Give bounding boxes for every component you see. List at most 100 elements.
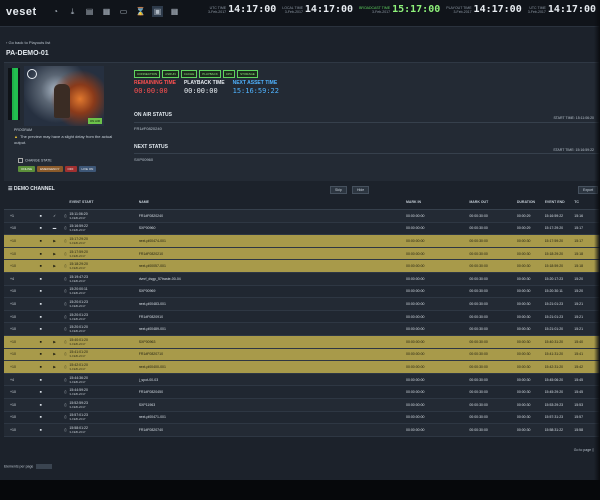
asset-name: next-pl00474-001 (138, 238, 166, 243)
col-event-end[interactable]: EVENT END (545, 200, 575, 209)
table-row[interactable]: +10 ■ ▯ 15:20:00:11 3-FEB-2017 SXP00969 00:00:… (4, 285, 600, 299)
table-row[interactable]: +10 ■ ▯ 15:20:01:20 3-FEB-2017 next-pl00489-0… (4, 323, 600, 336)
row-select-icon: ■ (39, 339, 42, 344)
tag-playback: PLAYBACK (199, 70, 221, 78)
row-offset: +10 (10, 314, 16, 319)
grid-icon[interactable]: ▦ (169, 6, 180, 17)
clock-value: 15:17:00 (392, 4, 441, 15)
playback-time: PLAYBACK TIME 00:00:00 (183, 80, 225, 95)
mark-in: 00:00:00:00 (406, 339, 425, 344)
row-doc-icon: ▯ (64, 390, 67, 395)
event-start-date: 3-FEB-2017 (69, 392, 86, 397)
duration: 00:00:30 (516, 251, 531, 256)
go-to-page[interactable]: Go to page ▯ (574, 448, 594, 452)
program-label: PROGRAM (14, 128, 33, 132)
table-row[interactable]: +10 ■ ▯ 15:20:01:23 3-FEB-2017 next-pl00483-0… (4, 298, 600, 311)
skip-button[interactable]: Skip (330, 186, 347, 194)
mark-out: 00:00:30:00 (469, 427, 488, 432)
event-start: 15:40:01:20 3-FEB-2017 (69, 338, 138, 346)
row-select-icon: ■ (39, 238, 42, 243)
table-row[interactable]: +10 ■ ▶ ▯ 15:40:01:20 3-FEB-2017 SXP00963 00:00… (4, 335, 600, 349)
download-icon[interactable]: ⤓ (67, 6, 78, 17)
table-row[interactable]: +10 ■ ▯ 15:44:59:20 3-FEB-2017 FR1#F0820450 00… (4, 386, 600, 399)
col-mark-out[interactable]: MARK OUT (469, 200, 517, 209)
col-event-start[interactable]: EVENT START (69, 200, 138, 209)
change-state-toggle[interactable]: CHANGE STATE (18, 158, 52, 163)
table-row[interactable]: +4 ■ ▯ 15:44:36:20 3-FEB-2017 j_spot-00-03 00:… (4, 373, 600, 387)
row-select-icon: ■ (39, 377, 42, 382)
hide-button[interactable]: Hide (352, 186, 370, 194)
program-preview[interactable]: ON AIR (24, 66, 104, 126)
asset-name: FR1#F0820740 (138, 427, 164, 432)
duration: 00:00:30 (516, 301, 531, 306)
table-row[interactable]: +10 ■ ▶ ▯ 15:17:29:20 3-FEB-2017 next-pl00474-… (4, 235, 600, 248)
clock-value: 14:17:00 (547, 4, 596, 15)
state-live-on-button[interactable]: LIVE ON (78, 166, 97, 172)
dashboard-icon[interactable]: ◔ (50, 6, 61, 17)
asset-name: next-pl00483-001 (138, 301, 166, 306)
top-bar: veset ◔ ⤓ ▤ ▦ ▭ ⌛ ▣ ▦ UTC TIME 3-Feb-2017… (0, 0, 600, 27)
table-row[interactable]: +4 ■ ▯ 15:19:47:23 3-FEB-2017 dvnrf_dsgp_57tr… (4, 272, 600, 286)
mark-in: 00:00:00:00 (406, 289, 425, 294)
table-row[interactable]: +10 ■ ▶ ▯ 15:17:59:20 3-FEB-2017 FR1#F0820210 0… (4, 247, 600, 261)
table-row[interactable]: +10 ■ ▬ ▯ 15:16:59:22 3-FEB-2017 SXP00960 00:00… (4, 222, 600, 236)
mark-in: 00:00:00:00 (406, 352, 425, 357)
table-row[interactable]: +10 ■ ▯ 15:57:01:23 3-FEB-2017 next-pl00471-0… (4, 411, 600, 425)
mark-out: 00:00:30:00 (469, 352, 488, 357)
event-start-date: 3-FEB-2017 (69, 266, 86, 271)
event-start-date: 3-FEB-2017 (69, 278, 86, 283)
divider (134, 153, 600, 154)
row-type-icon: ▶ (53, 251, 56, 256)
col-name[interactable]: NAME (139, 200, 406, 209)
divider (134, 122, 600, 123)
col-duration[interactable]: DURATION (517, 200, 545, 209)
state-online-button[interactable]: ONLINE (18, 166, 36, 172)
event-start-date: 3-FEB-2017 (69, 303, 86, 308)
row-select-icon: ■ (39, 327, 42, 332)
table-row[interactable]: +10 ■ ▯ 15:52:59:23 3-FEB-2017 SXP11963 00:00:… (4, 398, 600, 412)
row-doc-icon: ▯ (64, 339, 67, 344)
state-emergency-button[interactable]: EMERGENCY (37, 166, 63, 172)
table-row[interactable]: +1 ■ ✓ ▯ 15:11:06:20 3-FEB-2017 FR1#F0820240 00… (4, 210, 600, 223)
next-status-label: NEXT STATUS (134, 144, 168, 150)
table-row[interactable]: +10 ■ ▯ 15:58:01:22 3-FEB-2017 FR1#F0820740 00… (4, 424, 600, 437)
asset-name: SXP00969 (138, 289, 156, 294)
row-offset: +10 (10, 415, 16, 420)
utc-clock: UTC TIME 3-Feb-2017 14:17:00 (208, 4, 277, 15)
table-row[interactable]: +10 ■ ▶ ▯ 15:18:29:20 3-FEB-2017 next-pl00057-… (4, 260, 600, 273)
event-start: 15:16:59:22 3-FEB-2017 (69, 224, 138, 232)
row-doc-icon: ▯ (64, 427, 67, 432)
event-end: 15:40:31:20 (544, 339, 564, 344)
veset-logo[interactable]: veset (6, 6, 37, 18)
event-end: 15:58:31:22 (544, 427, 564, 432)
back-to-playouts-link[interactable]: ‹ Go back to Playouts list (6, 40, 50, 45)
checkbox-icon[interactable] (18, 158, 23, 163)
event-start: 15:52:59:23 3-FEB-2017 (69, 401, 138, 409)
table-row[interactable]: +10 ■ ▶ ▯ 15:41:01:20 3-FEB-2017 FR1#F0820710 0… (4, 348, 600, 362)
row-doc-icon: ▯ (64, 314, 67, 319)
duration: 00:00:30 (516, 264, 531, 269)
event-start: 15:18:29:20 3-FEB-2017 (69, 262, 138, 270)
screen-edge-shadow (594, 0, 600, 500)
list-icon[interactable]: ▦ (101, 6, 112, 17)
asset-name: FR1#F0820210 (138, 251, 164, 256)
row-select-icon: ■ (39, 264, 42, 269)
state-off-button[interactable]: OFF (64, 166, 77, 172)
file-icon[interactable]: ▤ (84, 6, 95, 17)
hourglass-icon[interactable]: ⌛ (135, 6, 146, 17)
table-body: +1 ■ ✓ ▯ 15:11:06:20 3-FEB-2017 FR1#F0820240 00… (4, 210, 600, 437)
layers-icon[interactable]: ▭ (118, 6, 129, 17)
table-row[interactable]: +10 ■ ▯ 15:20:01:23 3-FEB-2017 FR1#F0820910 00… (4, 310, 600, 324)
tag-cpu: CPU (222, 70, 236, 78)
row-select-icon: ■ (39, 314, 42, 319)
mark-out: 00:00:30:00 (469, 339, 488, 344)
per-page-select[interactable] (36, 464, 53, 469)
monitor-icon[interactable]: ▣ (152, 6, 163, 17)
event-start: 15:19:47:23 3-FEB-2017 (69, 275, 138, 283)
tag-storage: STORAGE (237, 70, 258, 78)
mark-out: 00:00:30:00 (469, 289, 488, 294)
row-offset: +10 (10, 339, 16, 344)
row-offset: +4 (10, 276, 14, 281)
col-mark-in[interactable]: MARK IN (406, 200, 469, 209)
table-row[interactable]: +10 ■ ▶ ▯ 15:42:01:20 3-FEB-2017 next-pl00400-… (4, 361, 600, 374)
